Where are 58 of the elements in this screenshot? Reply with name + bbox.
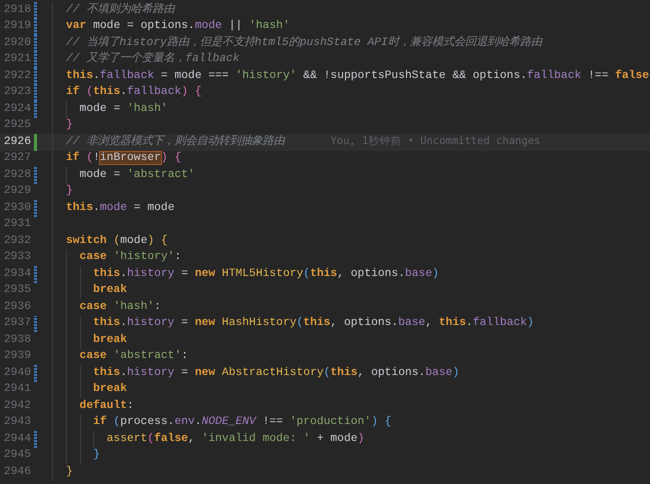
- code-line: if (this.fallback) {: [66, 84, 202, 100]
- blame-annotation: You, 1秒钟前 • Uncommitted changes: [330, 134, 540, 150]
- code-line: if (process.env.NODE_ENV !== 'production') {: [93, 414, 392, 430]
- line-number: 2937: [2, 316, 31, 332]
- code-line: break: [93, 382, 127, 398]
- line-number: 2930: [2, 200, 31, 216]
- code-line: // 不填则为哈希路由: [66, 2, 174, 18]
- line-number: 2929: [2, 184, 31, 200]
- code-line: }: [66, 184, 73, 200]
- line-number: 2920: [2, 36, 31, 51]
- code-line: break: [93, 332, 127, 348]
- code-line: mode = 'abstract': [80, 168, 195, 183]
- code-line: default:: [80, 398, 134, 414]
- code-line: if (!inBrowser) {: [66, 150, 182, 166]
- line-number: 2938: [2, 332, 31, 348]
- line-number: 2946: [2, 464, 31, 480]
- code-line: switch (mode) {: [66, 234, 168, 249]
- code-line: // 当填了history路由，但是不支持html5的pushState API时，兼容模式会回退到哈希路由: [66, 34, 542, 51]
- code-line: this.fallback = mode === 'history' && !supportsPushState && options.fallback !== false: [66, 68, 650, 84]
- code-line: mode = 'hash': [80, 102, 168, 117]
- line-number: 2935: [2, 283, 31, 298]
- line-number: 2940: [2, 366, 31, 381]
- code-line: }: [66, 464, 73, 480]
- line-number: 2942: [2, 398, 31, 414]
- line-number: 2924: [2, 102, 31, 117]
- line-number: 2943: [2, 415, 31, 430]
- code-line: this.mode = mode: [66, 200, 174, 216]
- code-line: }: [93, 448, 100, 464]
- line-number: 2918: [2, 2, 31, 18]
- code-line: case 'history':: [80, 250, 182, 266]
- code-line: var mode = options.mode || 'hash': [66, 18, 290, 34]
- code-line: }: [66, 118, 73, 134]
- code-line: this.history = new AbstractHistory(this, options.base): [93, 366, 460, 381]
- line-number: 2944: [2, 432, 31, 447]
- line-number: 2928: [2, 168, 31, 183]
- code-line: this.history = new HashHistory(this, options.base, this.fallback): [93, 316, 534, 332]
- line-number: 2923: [2, 85, 31, 100]
- line-number: 2921: [2, 52, 31, 68]
- code-line: // 非浏览器模式下，则会自动转到抽象路由: [66, 134, 284, 150]
- line-number: 2927: [2, 151, 31, 166]
- code-line: case 'hash':: [80, 300, 161, 315]
- line-number: 2941: [2, 382, 31, 398]
- code-line: this.history = new HTML5History(this, options.base): [93, 266, 439, 282]
- code-line: // 又学了一个变量名，fallback: [66, 51, 240, 68]
- code-line: break: [93, 282, 127, 298]
- line-number: 2932: [2, 234, 31, 249]
- line-number: 2922: [2, 68, 31, 84]
- line-number: 2939: [2, 349, 31, 364]
- line-number: 2925: [2, 118, 31, 134]
- line-number: 2931: [2, 217, 31, 232]
- line-number: 2919: [2, 19, 31, 34]
- code-line: case 'abstract':: [80, 348, 188, 364]
- line-number: 2945: [2, 448, 31, 464]
- line-number: 2926: [2, 134, 31, 150]
- code-line: assert(false, 'invalid mode: ' + mode): [106, 432, 364, 447]
- line-number: 2934: [2, 266, 31, 282]
- line-number: 2933: [2, 250, 31, 266]
- line-number: 2936: [2, 300, 31, 315]
